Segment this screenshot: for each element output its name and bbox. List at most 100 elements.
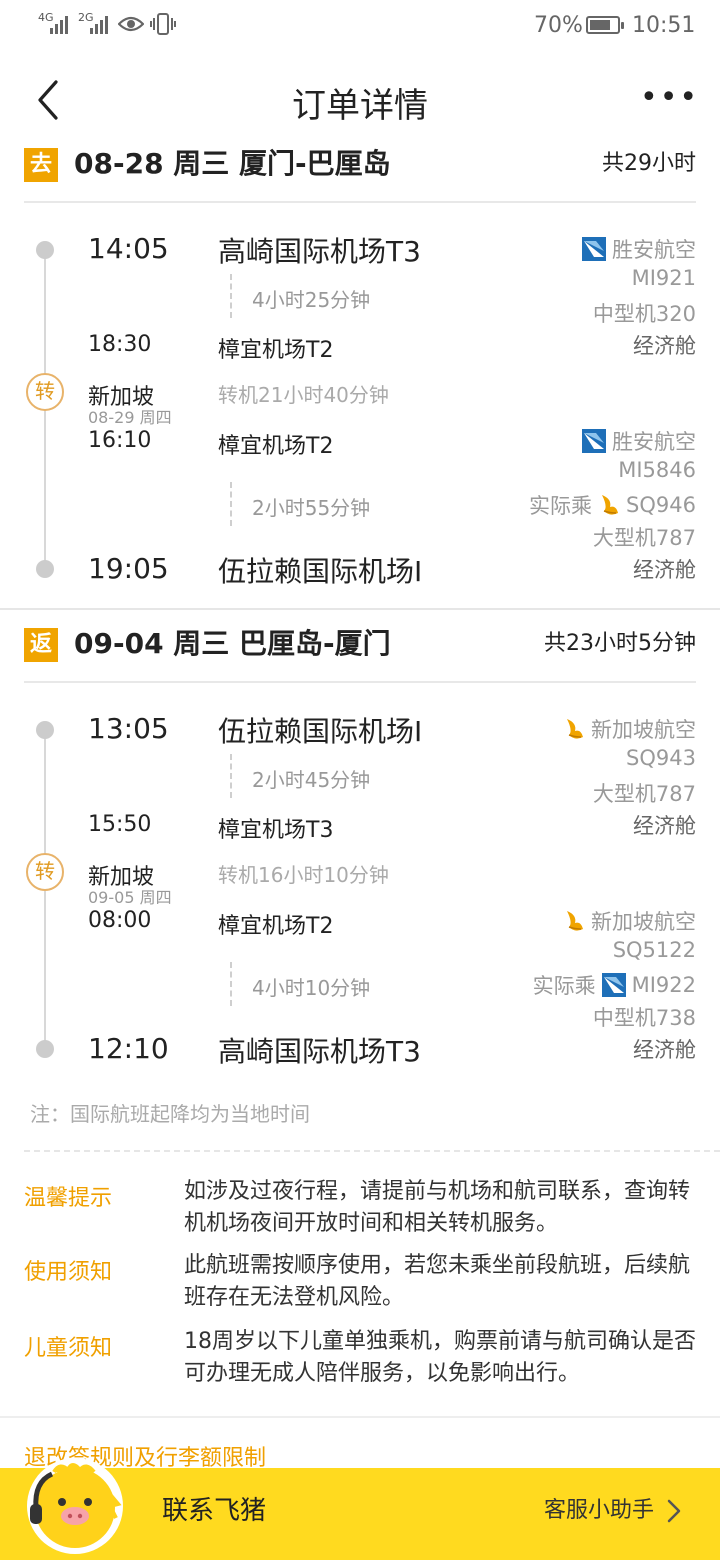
transfer-duration: 转机21小时40分钟	[218, 383, 389, 407]
departure-airport: 樟宜机场T2	[218, 914, 334, 939]
actual-flight-number: SQ946	[626, 493, 696, 517]
airline: 新加坡航空	[563, 714, 696, 746]
transfer-icon: 转	[26, 853, 64, 891]
transfer-date: 09-05 周四	[88, 888, 172, 907]
contact-fliggy-button[interactable]: 联系飞猪	[162, 1490, 266, 1527]
flight-number: MI921	[631, 266, 696, 290]
chevron-right-icon[interactable]	[666, 1498, 682, 1524]
transfer-date: 08-29 周四	[88, 408, 172, 427]
actual-flight-number: MI922	[631, 973, 696, 997]
return-badge: 返	[24, 628, 58, 662]
outbound-route-title: 08-28 周三 厦门-巴厘岛	[74, 147, 391, 180]
singapore-airlines-logo-icon	[567, 719, 583, 739]
eye-comfort-icon	[118, 16, 144, 32]
return-route-title: 09-04 周三 巴厘岛-厦门	[74, 627, 391, 660]
timeline-dot-start	[36, 241, 54, 259]
departure-time: 14:05	[88, 232, 169, 265]
duration-dash	[230, 754, 232, 798]
departure-time: 08:00	[88, 908, 152, 933]
flight-duration: 2小时45分钟	[252, 768, 371, 792]
cabin-class: 经济舱	[633, 558, 696, 582]
singapore-airlines-logo-icon	[567, 911, 583, 931]
flight-duration: 4小时25分钟	[252, 288, 371, 312]
timeline-dot-end	[36, 1040, 54, 1058]
arrival-time: 19:05	[88, 552, 169, 585]
page-title: 订单详情	[292, 86, 428, 126]
flight-duration: 4小时10分钟	[252, 976, 371, 1000]
departure-time: 16:10	[88, 428, 152, 453]
actual-carrier: 实际乘 SQ946	[529, 490, 696, 520]
flight-number: SQ943	[626, 746, 696, 770]
vibrate-icon	[150, 13, 176, 35]
departure-time: 13:05	[88, 712, 169, 745]
airline-name: 新加坡航空	[591, 718, 696, 742]
flight-duration: 2小时55分钟	[252, 496, 371, 520]
actual-carrier-label: 实际乘	[532, 974, 596, 998]
arrival-time: 12:10	[88, 1032, 169, 1065]
departure-airport: 高崎国际机场T3	[218, 235, 421, 268]
customer-service-assistant[interactable]: 客服小助手	[544, 1492, 654, 1524]
duration-dash	[230, 274, 232, 318]
airline-name: 新加坡航空	[591, 910, 696, 934]
arrival-airport: 樟宜机场T3	[218, 818, 334, 843]
tip-label: 儿童须知	[24, 1336, 113, 1361]
outbound-total-duration: 共29小时	[602, 151, 696, 176]
singapore-airlines-logo-icon	[602, 495, 619, 515]
transfer-icon: 转	[26, 373, 64, 411]
tip-text: 此航班需按顺序使用，若您未乘坐前段航班，后续航班存在无法登机风险。	[184, 1253, 691, 1310]
cabin-class: 经济舱	[633, 1038, 696, 1062]
airline-name: 胜安航空	[612, 238, 696, 262]
nav-header: 订单详情 •••	[0, 60, 720, 140]
actual-carrier-label: 实际乘	[529, 494, 593, 518]
outbound-header: 去 08-28 周三 厦门-巴厘岛 共29小时	[0, 144, 720, 204]
return-header: 返 09-04 周三 巴厘岛-厦门 共23小时5分钟	[0, 624, 720, 684]
departure-airport: 伍拉赖国际机场I	[218, 715, 423, 748]
arrival-time: 15:50	[88, 812, 152, 837]
silkair-logo-icon	[582, 429, 606, 453]
divider	[24, 201, 696, 203]
flight-number: SQ5122	[612, 938, 696, 962]
airline-name: 胜安航空	[612, 430, 696, 454]
tip-text: 如涉及过夜行程，请提前与机场和航司联系，查询转机机场夜间开放时间和相关转机服务。	[184, 1179, 691, 1236]
airline: 新加坡航空	[563, 906, 696, 938]
tip-label: 使用须知	[24, 1260, 113, 1285]
aircraft-type: 中型机320	[592, 302, 696, 326]
arrival-time: 18:30	[88, 332, 152, 357]
section-separator	[0, 608, 720, 610]
status-bar: 4G 2G 70% 10:51	[0, 0, 720, 50]
transfer-duration: 转机16小时10分钟	[218, 863, 389, 887]
signal-strength-icon-2	[90, 12, 108, 34]
clock: 10:51	[632, 13, 696, 38]
airline: 胜安航空	[582, 426, 696, 458]
actual-carrier: 实际乘 MI922	[533, 970, 696, 1000]
timeline-dot-end	[36, 560, 54, 578]
arrival-airport: 高崎国际机场T3	[218, 1035, 421, 1068]
silkair-logo-icon	[582, 237, 606, 261]
dashed-divider	[24, 1150, 720, 1152]
fliggy-mascot-avatar[interactable]	[24, 1452, 126, 1556]
section-separator	[0, 1416, 720, 1418]
more-options-button[interactable]: •••	[640, 80, 697, 120]
flight-number: MI5846	[618, 458, 696, 482]
signal-strength-icon	[50, 12, 68, 34]
tip-label: 温馨提示	[24, 1186, 113, 1211]
duration-dash	[230, 962, 232, 1006]
battery-icon	[586, 16, 624, 34]
departure-airport: 樟宜机场T2	[218, 434, 334, 459]
aircraft-type: 大型机787	[592, 526, 696, 550]
battery-percent: 70%	[534, 13, 583, 38]
duration-dash	[230, 482, 232, 526]
return-total-duration: 共23小时5分钟	[544, 631, 696, 656]
arrival-airport: 伍拉赖国际机场I	[218, 555, 423, 588]
aircraft-type: 中型机738	[592, 1006, 696, 1030]
arrival-airport: 樟宜机场T2	[218, 338, 334, 363]
timeline-dot-start	[36, 721, 54, 739]
cabin-class: 经济舱	[633, 334, 696, 358]
silkair-logo-icon	[601, 973, 626, 997]
cabin-class: 经济舱	[633, 814, 696, 838]
divider	[24, 681, 696, 683]
aircraft-type: 大型机787	[592, 782, 696, 806]
airline: 胜安航空	[582, 234, 696, 266]
outbound-badge: 去	[24, 148, 58, 182]
timezone-note: 注：国际航班起降均为当地时间	[30, 1102, 310, 1126]
